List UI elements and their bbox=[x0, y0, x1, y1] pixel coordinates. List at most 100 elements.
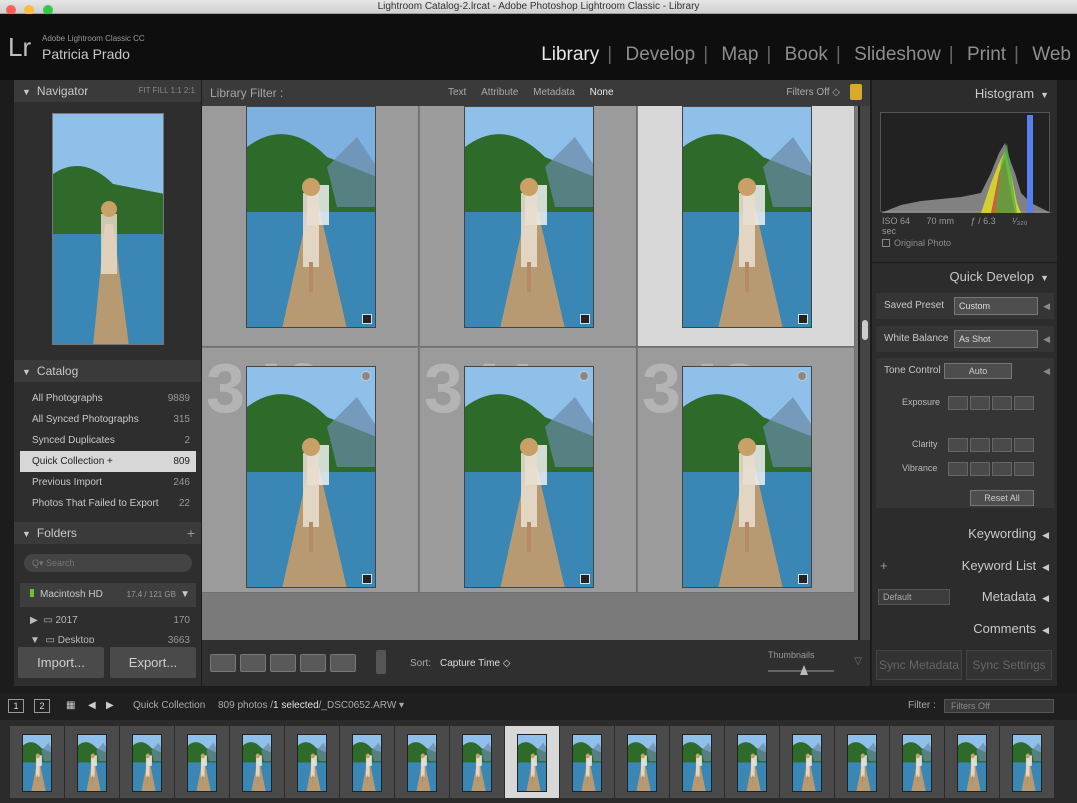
filter-tab-text[interactable]: Text bbox=[448, 87, 466, 98]
grid-cell[interactable] bbox=[420, 106, 637, 347]
filmstrip-info[interactable]: 809 photos /1 selected/_DSC0652.ARW ▾ bbox=[218, 694, 404, 718]
original-photo-toggle[interactable]: Original Photo bbox=[882, 238, 951, 248]
module-book[interactable]: Book bbox=[785, 44, 828, 65]
photo-thumbnail[interactable] bbox=[682, 106, 812, 328]
filmstrip-cell[interactable] bbox=[560, 726, 614, 798]
filmstrip-thumbnail[interactable] bbox=[407, 734, 437, 792]
filmstrip-thumbnail[interactable] bbox=[242, 734, 272, 792]
quick-develop-header[interactable]: Quick Develop ▼ bbox=[872, 262, 1057, 290]
filmstrip-thumbnail[interactable] bbox=[517, 734, 547, 792]
filmstrip-thumbnail[interactable] bbox=[627, 734, 657, 792]
keywording-header[interactable]: Keywording ◀ bbox=[872, 520, 1057, 548]
filmstrip-thumbnail[interactable] bbox=[957, 734, 987, 792]
edited-badge-icon[interactable] bbox=[580, 314, 590, 324]
module-develop[interactable]: Develop bbox=[625, 44, 695, 65]
people-view-icon[interactable] bbox=[330, 654, 356, 672]
filmstrip-thumbnail[interactable] bbox=[132, 734, 162, 792]
exposure-stepper[interactable] bbox=[948, 396, 1036, 410]
filmstrip-cell[interactable] bbox=[395, 726, 449, 798]
filmstrip-cell[interactable] bbox=[725, 726, 779, 798]
filter-tab-attribute[interactable]: Attribute bbox=[481, 87, 518, 98]
filter-lock-icon[interactable] bbox=[850, 84, 862, 100]
add-folder-icon[interactable]: + bbox=[187, 522, 195, 544]
reset-all-button[interactable]: Reset All bbox=[970, 490, 1034, 506]
main-window-button[interactable]: 1 bbox=[8, 699, 24, 713]
folders-header[interactable]: ▼ Folders + bbox=[14, 522, 201, 544]
catalog-item[interactable]: All Photographs 9889 bbox=[20, 388, 196, 409]
navigator-zoom-options[interactable]: FIT FILL 1:1 2:1 bbox=[139, 80, 195, 102]
filmstrip-thumbnail[interactable] bbox=[902, 734, 932, 792]
filmstrip-cell[interactable] bbox=[780, 726, 834, 798]
volume-row[interactable]: Macintosh HD 17.4 / 121 GB ▼ bbox=[20, 583, 196, 607]
toolbar-menu-icon[interactable]: ▽ bbox=[854, 656, 862, 667]
volume-expand-icon[interactable]: ▼ bbox=[180, 583, 190, 607]
collapse-triangle-icon[interactable]: ▼ bbox=[1040, 90, 1049, 100]
checkbox-icon[interactable] bbox=[882, 239, 890, 247]
comments-header[interactable]: Comments ◀ bbox=[872, 615, 1057, 643]
expand-triangle-icon[interactable]: ▶ bbox=[30, 615, 38, 626]
quick-collection-marker-icon[interactable] bbox=[797, 371, 807, 381]
folder-search-input[interactable]: Q▾ Search bbox=[24, 554, 192, 572]
saved-preset-dropdown[interactable]: Custom bbox=[954, 297, 1038, 315]
secondary-window-button[interactable]: 2 bbox=[34, 699, 50, 713]
histogram-header[interactable]: Histogram ▼ bbox=[872, 80, 1057, 108]
thumbnail-size-slider[interactable] bbox=[768, 670, 834, 672]
auto-tone-button[interactable]: Auto bbox=[944, 363, 1012, 379]
module-web[interactable]: Web bbox=[1032, 44, 1071, 65]
quick-collection-marker-icon[interactable] bbox=[579, 371, 589, 381]
filmstrip-source[interactable]: Quick Collection bbox=[133, 694, 205, 718]
filmstrip-thumbnail[interactable] bbox=[682, 734, 712, 792]
collapse-triangle-icon[interactable]: ▼ bbox=[22, 529, 31, 539]
filmstrip-thumbnail[interactable] bbox=[792, 734, 822, 792]
sync-settings-button[interactable]: Sync Settings bbox=[966, 650, 1052, 680]
filmstrip-cell[interactable] bbox=[65, 726, 119, 798]
filmstrip-thumbnail[interactable] bbox=[352, 734, 382, 792]
clarity-stepper[interactable] bbox=[948, 438, 1036, 452]
filmstrip-cell[interactable] bbox=[835, 726, 889, 798]
histogram-graph[interactable] bbox=[880, 112, 1051, 213]
photo-thumbnail[interactable] bbox=[464, 106, 594, 328]
expand-triangle-icon[interactable]: ◀ bbox=[1043, 326, 1050, 352]
filmstrip-thumbnail[interactable] bbox=[737, 734, 767, 792]
filmstrip-cell[interactable] bbox=[890, 726, 944, 798]
filmstrip-thumbnail[interactable] bbox=[572, 734, 602, 792]
filmstrip-thumbnail[interactable] bbox=[1012, 734, 1042, 792]
metadata-header[interactable]: Default Metadata ◀ bbox=[872, 583, 1057, 611]
filmstrip-cell[interactable] bbox=[230, 726, 284, 798]
photo-thumbnail[interactable] bbox=[682, 366, 812, 588]
module-library[interactable]: Library bbox=[541, 44, 599, 65]
grid-cell[interactable]: 341 bbox=[420, 348, 637, 593]
collapse-triangle-icon[interactable]: ▼ bbox=[22, 367, 31, 377]
sync-metadata-button[interactable]: Sync Metadata bbox=[876, 650, 962, 680]
expand-triangle-icon[interactable]: ◀ bbox=[1043, 293, 1050, 319]
filmstrip-thumbnail[interactable] bbox=[187, 734, 217, 792]
loupe-view-icon[interactable] bbox=[240, 654, 266, 672]
grid-view-icon[interactable]: ▦ bbox=[66, 694, 75, 718]
sort-dropdown[interactable]: Capture Time ◇ bbox=[440, 658, 511, 669]
filmstrip-thumbnail[interactable] bbox=[297, 734, 327, 792]
filmstrip-thumbnail[interactable] bbox=[77, 734, 107, 792]
catalog-item[interactable]: Synced Duplicates 2 bbox=[20, 430, 196, 451]
catalog-item-selected[interactable]: Quick Collection + 809 bbox=[20, 451, 196, 472]
grid-view-icon[interactable] bbox=[210, 654, 236, 672]
keyword-list-header[interactable]: + Keyword List ◀ bbox=[872, 552, 1057, 580]
expand-triangle-icon[interactable]: ◀ bbox=[1042, 530, 1049, 540]
grid-cell[interactable]: 340 bbox=[202, 348, 419, 593]
folder-item[interactable]: ▼ ▭ Desktop 3663 bbox=[20, 631, 196, 643]
catalog-item[interactable]: Photos That Failed to Export 22 bbox=[20, 493, 196, 514]
export-button[interactable]: Export... bbox=[110, 647, 196, 678]
filmstrip-thumbnail[interactable] bbox=[462, 734, 492, 792]
grid-cell-selected[interactable] bbox=[638, 106, 855, 347]
painter-icon[interactable] bbox=[376, 650, 386, 674]
filmstrip-cell[interactable] bbox=[285, 726, 339, 798]
filter-tab-metadata[interactable]: Metadata bbox=[533, 87, 575, 98]
vibrance-stepper[interactable] bbox=[948, 462, 1036, 476]
forward-arrow-icon[interactable]: ▶ bbox=[106, 694, 114, 718]
filmstrip-thumbnail[interactable] bbox=[847, 734, 877, 792]
expand-triangle-icon[interactable]: ▼ bbox=[30, 635, 40, 643]
grid-cell[interactable]: 342 bbox=[638, 348, 855, 593]
edited-badge-icon[interactable] bbox=[798, 314, 808, 324]
catalog-item[interactable]: All Synced Photographs 315 bbox=[20, 409, 196, 430]
metadata-preset-dropdown[interactable]: Default bbox=[878, 589, 950, 605]
filmstrip-cell[interactable] bbox=[340, 726, 394, 798]
